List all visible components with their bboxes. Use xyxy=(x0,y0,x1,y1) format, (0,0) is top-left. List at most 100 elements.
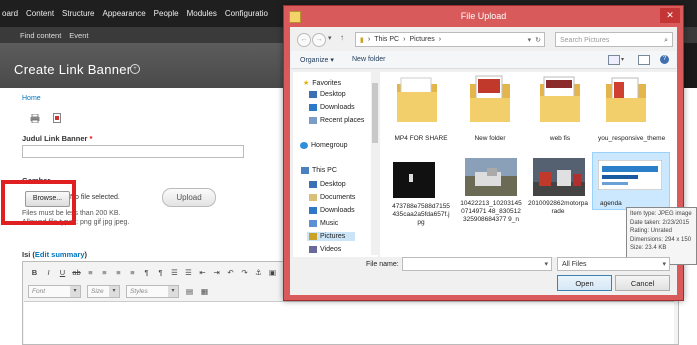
bullet-list-icon[interactable]: ☰ xyxy=(170,268,179,277)
file-label[interactable]: New folder xyxy=(460,135,520,143)
anchor-icon[interactable]: ⚓ xyxy=(254,268,263,277)
editor-toolbar: B I U ab ≡ ≡ ≡ ≡ ¶ ¶ ☰ ☰ ⇤ ⇥ ↶ ↷ ⚓ ▣ xyxy=(30,268,277,277)
image-thumbnail[interactable] xyxy=(533,158,585,196)
add-shortcut-icon[interactable]: + xyxy=(130,64,140,74)
print-icon[interactable] xyxy=(30,114,40,123)
breadcrumb[interactable]: Home xyxy=(22,95,41,102)
open-button[interactable]: Open xyxy=(557,275,612,291)
nav-recent-places[interactable]: Recent places xyxy=(309,117,364,124)
nav-homegroup[interactable]: Homegroup xyxy=(300,142,348,149)
nav-videos[interactable]: Videos xyxy=(309,246,341,253)
recent-locations-icon[interactable]: ▾ xyxy=(328,34,332,42)
indent-icon[interactable]: ⇥ xyxy=(212,268,221,277)
ltr-icon[interactable]: ¶ xyxy=(142,268,151,277)
back-icon[interactable]: ← xyxy=(297,33,311,47)
address-separator: › xyxy=(403,36,406,43)
chevron-down-icon[interactable]: ▾ xyxy=(544,260,548,268)
music-icon xyxy=(309,220,317,227)
organize-button[interactable]: Organize ▾ xyxy=(300,56,334,64)
view-dropdown-icon[interactable]: ▾ xyxy=(621,56,624,63)
menu-item-configuration[interactable]: Configuratio xyxy=(225,9,268,18)
judul-input[interactable] xyxy=(22,145,244,158)
nav-desktop[interactable]: Desktop xyxy=(309,91,346,98)
align-center-icon[interactable]: ≡ xyxy=(100,268,109,277)
file-label[interactable]: 2010092862motorparade xyxy=(528,200,588,216)
file-label[interactable]: MP4 FOR SHARE xyxy=(391,135,451,143)
undo-icon[interactable]: ↶ xyxy=(226,268,235,277)
editor-toolbar-2: Font ▾ Size ▾ Styles ▾ ▤ ▦ xyxy=(28,285,209,298)
menu-item-dashboard[interactable]: oard xyxy=(2,9,18,18)
upload-button[interactable]: Upload xyxy=(162,188,216,207)
outdent-icon[interactable]: ⇤ xyxy=(198,268,207,277)
nav-favorites[interactable]: ★ Favorites xyxy=(303,79,341,88)
preview-pane-icon[interactable] xyxy=(638,55,650,65)
address-dropdown-icon[interactable]: ▾ xyxy=(528,36,532,44)
pdf-icon[interactable] xyxy=(53,113,61,123)
help-icon[interactable]: ? xyxy=(660,55,669,64)
justify-icon[interactable]: ≡ xyxy=(128,268,137,277)
source-icon[interactable]: ▤ xyxy=(185,287,194,296)
file-label[interactable]: web fis xyxy=(530,135,590,143)
address-bar[interactable]: ▮ › This PC › Pictures › ▾ ↻ xyxy=(355,32,545,47)
filename-input[interactable]: ▾ xyxy=(402,257,552,271)
font-select[interactable]: Font ▾ xyxy=(28,285,81,298)
image-thumbnail[interactable] xyxy=(598,160,662,190)
menu-item-modules[interactable]: Modules xyxy=(187,9,217,18)
menu-item-people[interactable]: People xyxy=(154,9,179,18)
image-icon[interactable]: ▣ xyxy=(268,268,277,277)
shortcut-event[interactable]: Event xyxy=(69,31,88,40)
cancel-button[interactable]: Cancel xyxy=(615,275,670,291)
file-label[interactable]: 473788e7588d7155435caa2a5fda657f.jpg xyxy=(391,203,451,227)
nav-pc-downloads[interactable]: Downloads xyxy=(309,207,355,214)
nav-music[interactable]: Music xyxy=(309,220,338,227)
redo-icon[interactable]: ↷ xyxy=(240,268,249,277)
tooltip-line: Date taken: 2/23/2015 xyxy=(630,219,690,226)
shortcut-find-content[interactable]: Find content xyxy=(20,31,61,40)
folder-icon[interactable] xyxy=(538,74,582,126)
address-separator: › xyxy=(367,36,371,43)
forward-icon[interactable]: → xyxy=(312,33,326,47)
nav-downloads[interactable]: Downloads xyxy=(309,104,355,111)
number-list-icon[interactable]: ☰ xyxy=(184,268,193,277)
pictures-icon xyxy=(309,233,317,240)
folder-icon[interactable] xyxy=(604,74,648,126)
address-pictures[interactable]: Pictures xyxy=(409,36,434,43)
align-left-icon[interactable]: ≡ xyxy=(86,268,95,277)
view-icon[interactable] xyxy=(608,55,620,65)
bold-icon[interactable]: B xyxy=(30,268,39,277)
menu-item-content[interactable]: Content xyxy=(26,9,54,18)
strike-icon[interactable]: ab xyxy=(72,268,81,277)
up-icon[interactable]: ↑ xyxy=(340,33,344,42)
nav-scroll-thumb[interactable] xyxy=(372,83,378,143)
highlight-box xyxy=(1,180,76,225)
image-thumbnail[interactable] xyxy=(393,162,435,198)
folder-icon[interactable] xyxy=(468,74,512,126)
menu-item-appearance[interactable]: Appearance xyxy=(103,9,146,18)
refresh-icon[interactable]: ↻ xyxy=(535,36,544,44)
search-input[interactable]: Search Pictures ⌕ xyxy=(555,32,673,47)
table-icon[interactable]: ▦ xyxy=(200,287,209,296)
underline-icon[interactable]: U xyxy=(58,268,67,277)
rtl-icon[interactable]: ¶ xyxy=(156,268,165,277)
size-select[interactable]: Size ▾ xyxy=(87,285,120,298)
address-this-pc[interactable]: This PC xyxy=(374,36,399,43)
nav-pc-desktop[interactable]: Desktop xyxy=(309,181,346,188)
italic-icon[interactable]: I xyxy=(44,268,53,277)
align-right-icon[interactable]: ≡ xyxy=(114,268,123,277)
close-icon[interactable]: ✕ xyxy=(660,8,680,23)
homegroup-icon xyxy=(300,142,308,149)
file-label[interactable]: you_responsive_theme xyxy=(598,135,665,143)
nav-documents[interactable]: Documents xyxy=(309,194,355,201)
nav-this-pc[interactable]: This PC xyxy=(301,167,337,174)
filetype-select[interactable]: All Files ▾ xyxy=(557,257,670,271)
file-label[interactable]: 10422213_102031450714971 48_830512325908… xyxy=(460,200,522,224)
editor-text-area[interactable] xyxy=(24,301,674,344)
tooltip-line: Item type: JPEG image xyxy=(630,211,692,217)
image-thumbnail[interactable] xyxy=(465,158,517,196)
styles-select[interactable]: Styles ▾ xyxy=(126,285,179,298)
nav-pictures[interactable]: Pictures xyxy=(307,232,356,241)
edit-summary-link[interactable]: Edit summary xyxy=(35,250,85,259)
folder-icon[interactable] xyxy=(395,74,439,126)
menu-item-structure[interactable]: Structure xyxy=(62,9,94,18)
new-folder-button[interactable]: New folder xyxy=(352,56,385,63)
